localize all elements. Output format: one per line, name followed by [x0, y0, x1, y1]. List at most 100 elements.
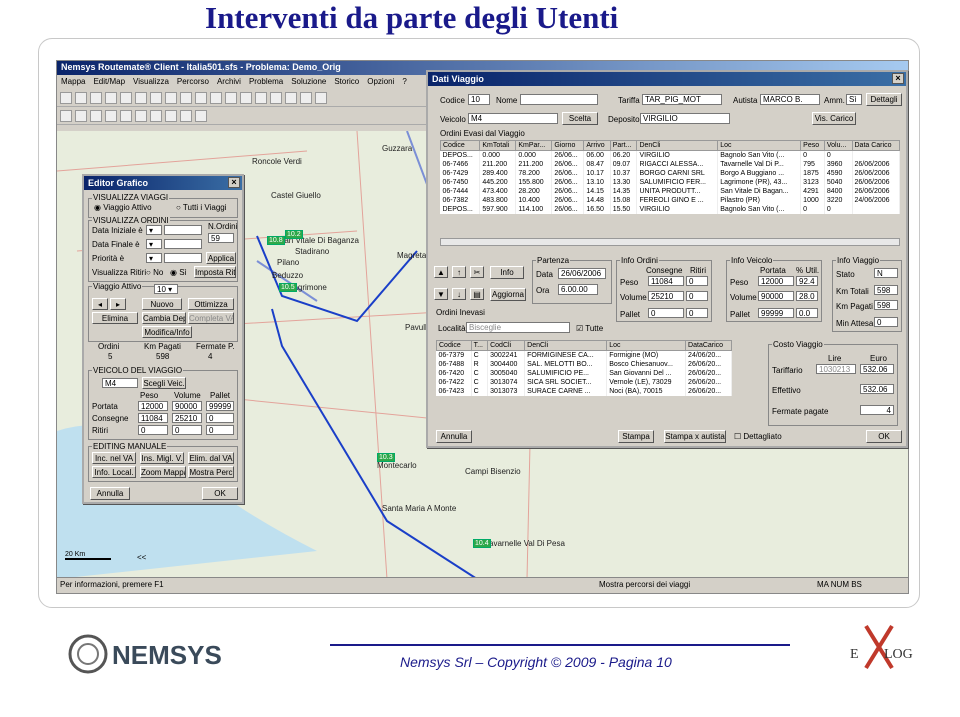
tool-icon[interactable] — [180, 109, 192, 122]
nome-field[interactable] — [520, 94, 598, 105]
stop-marker[interactable]: 10.8 — [267, 236, 285, 245]
vis-carico-button[interactable]: Vis. Carico — [812, 112, 856, 125]
tool-icon[interactable] — [210, 91, 222, 104]
menu-edit-map[interactable]: Edit/Map — [93, 77, 125, 86]
next-icon[interactable]: ▸ — [110, 298, 126, 310]
menu-mappa[interactable]: Mappa — [61, 77, 85, 86]
ok-button[interactable]: OK — [202, 487, 238, 500]
tool-icon[interactable] — [240, 91, 252, 104]
menu-visualizza[interactable]: Visualizza — [133, 77, 169, 86]
ins-nel-va-button[interactable]: Inc. nel VA — [92, 452, 136, 464]
stop-marker[interactable]: 10.4 — [473, 539, 491, 548]
mostra-perc-button[interactable]: Mostra Perc — [188, 466, 234, 478]
ordini-evasi-table[interactable]: Codice KmTotali KmPar... Giorno Arrivo Part..… — [439, 140, 900, 214]
tool-icon[interactable] — [150, 91, 162, 104]
stampa-autista-button[interactable]: Stampa x autista — [664, 430, 726, 443]
table-scrollbar[interactable] — [440, 238, 900, 246]
table-row[interactable]: 06-7488 R 3004400 SAL. MELOTTI BO... Bosco C… — [436, 359, 732, 369]
column-header[interactable]: Loc — [606, 340, 687, 351]
tool-icon[interactable] — [75, 109, 87, 122]
close-icon[interactable]: × — [228, 177, 240, 188]
table-row[interactable]: 06-7382 483.800 10.400 26/06... 14.48 15.08 FE… — [440, 195, 900, 205]
column-header[interactable]: DataCarico — [685, 340, 732, 351]
paste-icon[interactable]: ▤ — [470, 288, 484, 300]
column-header[interactable]: KmTotali — [479, 140, 517, 151]
table-row[interactable]: 06-7429 289.400 78.200 26/06... 10.17 10.37 BO… — [440, 168, 900, 178]
localita-select[interactable]: Bisceglie — [466, 322, 570, 333]
priorita-field[interactable] — [164, 253, 202, 263]
tool-icon[interactable] — [90, 91, 102, 104]
column-header[interactable]: KmPar... — [515, 140, 553, 151]
elimina-button[interactable]: Elimina — [92, 312, 138, 324]
radio-tutti-viaggi[interactable]: ○ Tutti i Viaggi — [176, 203, 227, 212]
tool-icon[interactable] — [270, 91, 282, 104]
imposta-ritiri-button[interactable]: Imposta Ritiri — [194, 266, 236, 278]
ora-field[interactable]: 6.00.00 — [558, 284, 598, 295]
column-header[interactable]: Codice — [439, 140, 481, 151]
data-iniziale-field[interactable] — [164, 225, 202, 235]
tool-icon[interactable] — [90, 109, 102, 122]
annulla-button[interactable]: Annulla — [90, 487, 130, 500]
menu-problema[interactable]: Problema — [249, 77, 283, 86]
radio-si[interactable]: ◉ Sì — [170, 268, 187, 277]
column-header[interactable]: Loc — [717, 140, 802, 151]
cambia-dep-button[interactable]: Cambia Dep — [142, 312, 186, 324]
tool-icon[interactable] — [135, 91, 147, 104]
amm-field[interactable]: Sì — [846, 94, 862, 105]
aggiorna-button[interactable]: Aggiorna — [490, 288, 526, 301]
table-row[interactable]: 06-7422 C 3013074 SICA SRL SOCIET... Vernole… — [436, 377, 732, 387]
ins-migl-button[interactable]: Ins. Migl. V. — [140, 452, 184, 464]
codice-field[interactable]: 10 — [468, 94, 490, 105]
tariffa-select[interactable]: TAR_PIG_MOT — [642, 94, 722, 105]
move-down-icon[interactable]: ▼ — [434, 288, 448, 300]
autista-select[interactable]: MARCO B. — [760, 94, 820, 105]
column-header[interactable]: T... — [470, 340, 489, 351]
column-header[interactable]: DenCli — [636, 140, 719, 151]
column-header[interactable]: Peso — [800, 140, 825, 151]
tool-icon[interactable] — [150, 109, 162, 122]
dettagli-button[interactable]: Dettagli — [866, 93, 902, 106]
info-button[interactable]: Info — [490, 266, 524, 279]
radio-viaggio-attivo[interactable]: ◉ Viaggio Attivo — [94, 203, 152, 212]
ok-button[interactable]: OK — [866, 430, 902, 443]
dettagliato-checkbox[interactable]: ☐ Dettagliato — [734, 432, 782, 441]
tool-icon[interactable] — [105, 109, 117, 122]
tool-icon[interactable] — [180, 91, 192, 104]
data-iniziale-select[interactable]: ▾ — [146, 225, 162, 235]
applica-button[interactable]: Applica — [206, 252, 236, 264]
tool-icon[interactable] — [195, 109, 207, 122]
scelta-button[interactable]: Scelta — [562, 112, 598, 125]
modifica-info-button[interactable]: Modifica/Info — [142, 326, 192, 338]
table-row[interactable]: 06-7379 C 3002241 FORMIGINESE CA... Formigin… — [436, 350, 732, 360]
elim-dal-va-button[interactable]: Elim. dal VA — [188, 452, 234, 464]
column-header[interactable]: Arrivo — [583, 140, 611, 151]
radio-no[interactable]: ○ No — [146, 268, 163, 277]
menu-help[interactable]: ? — [402, 77, 406, 86]
tool-icon[interactable] — [165, 91, 177, 104]
menu-opzioni[interactable]: Opzioni — [367, 77, 394, 86]
prev-icon[interactable]: ◂ — [92, 298, 108, 310]
tool-icon[interactable] — [300, 91, 312, 104]
stop-marker[interactable]: 10.3 — [377, 453, 395, 462]
stampa-button[interactable]: Stampa — [618, 430, 654, 443]
table-row[interactable]: 06-7466 211.200 211.200 26/06... 08.47 09.07 R… — [440, 159, 900, 169]
stop-marker[interactable]: 10.2 — [285, 230, 303, 239]
table-row[interactable]: 06-7420 C 3005040 SALUMIFICIO PE... San Giov… — [436, 368, 732, 378]
column-header[interactable]: Codice — [436, 340, 472, 351]
priorita-select[interactable]: ▾ — [146, 253, 162, 263]
table-row[interactable]: 06-7450 445.200 155.800 26/06... 13.10 13.30 S… — [440, 177, 900, 187]
data-finale-field[interactable] — [164, 239, 202, 249]
menu-percorso[interactable]: Percorso — [177, 77, 209, 86]
completa-va-button[interactable]: Completa VA — [188, 312, 234, 324]
viaggio-select[interactable]: 10 ▾ — [154, 284, 178, 294]
scegli-veic-button[interactable]: Scegli Veic. — [142, 377, 186, 389]
ottimizza-button[interactable]: Ottimizza — [188, 298, 234, 310]
data-finale-select[interactable]: ▾ — [146, 239, 162, 249]
tool-icon[interactable] — [315, 91, 327, 104]
ordini-inevasi-table[interactable]: Codice T... CodCli DenCli Loc DataCarico 06-73… — [436, 340, 732, 396]
tool-icon[interactable] — [255, 91, 267, 104]
tool-icon[interactable] — [135, 109, 147, 122]
info-local-button[interactable]: Info. Local. — [92, 466, 136, 478]
arrow-down-icon[interactable]: ↓ — [452, 288, 466, 300]
tool-icon[interactable] — [105, 91, 117, 104]
